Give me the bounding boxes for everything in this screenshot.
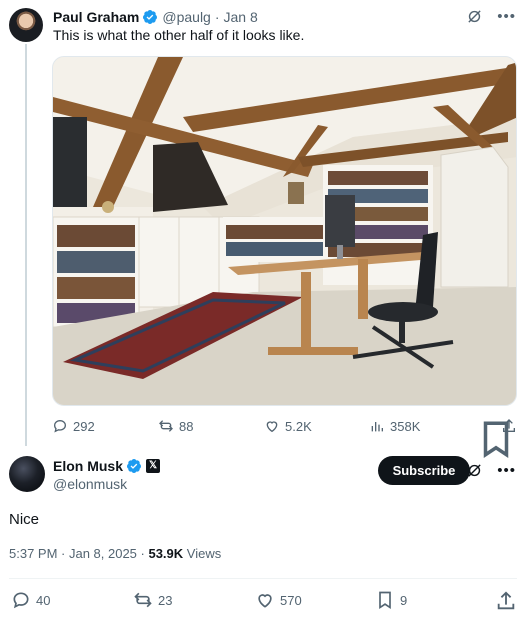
repost-count: 88 bbox=[179, 418, 194, 434]
main-tweet[interactable]: Elon Musk 𝕏 @elonmusk Subscribe ••• Nice… bbox=[0, 446, 524, 618]
reply-icon bbox=[13, 592, 29, 609]
bookmark-icon bbox=[379, 591, 391, 610]
views-icon bbox=[371, 422, 383, 432]
main-tweet-header: Elon Musk 𝕏 bbox=[53, 457, 161, 475]
tweet-meta: 5:37 PM · Jan 8, 2025 · 53.9K Views bbox=[9, 546, 221, 561]
author-name[interactable]: Elon Musk bbox=[53, 458, 123, 474]
like-button[interactable]: 570 bbox=[255, 590, 302, 610]
author-name[interactable]: Paul Graham bbox=[53, 9, 139, 25]
grok-icon[interactable] bbox=[466, 8, 483, 25]
repost-button[interactable]: 23 bbox=[133, 590, 172, 610]
like-button[interactable]: 5.2K bbox=[264, 416, 312, 436]
reply-count: 40 bbox=[36, 592, 51, 608]
tweet-photo[interactable] bbox=[52, 56, 517, 406]
share-icon[interactable] bbox=[495, 590, 517, 612]
reply-button[interactable]: 292 bbox=[52, 416, 95, 436]
bookmark-button[interactable]: 9 bbox=[375, 590, 407, 610]
tweet-date[interactable]: Jan 8 bbox=[224, 9, 258, 25]
share-icon[interactable] bbox=[501, 418, 517, 434]
like-icon bbox=[258, 594, 272, 608]
reply-button[interactable]: 40 bbox=[11, 590, 50, 610]
author-handle[interactable]: @paulg bbox=[162, 9, 210, 25]
like-count: 570 bbox=[280, 592, 302, 608]
repost-icon bbox=[159, 420, 173, 432]
parent-top-actions: ••• bbox=[466, 8, 516, 25]
paul-graham-avatar[interactable] bbox=[9, 8, 43, 42]
thread-connector-line bbox=[25, 44, 27, 446]
elon-musk-avatar[interactable] bbox=[9, 456, 45, 492]
author-handle[interactable]: @elonmusk bbox=[53, 476, 127, 492]
x-affiliate-badge: 𝕏 bbox=[146, 459, 161, 473]
divider bbox=[9, 578, 517, 579]
verified-icon bbox=[143, 10, 158, 24]
views-label: Views bbox=[186, 546, 222, 561]
views-count: 358K bbox=[390, 418, 421, 434]
parent-tweet[interactable]: Paul Graham @paulg · Jan 8 ••• This is w… bbox=[0, 0, 524, 459]
parent-tweet-header: Paul Graham @paulg · Jan 8 bbox=[53, 8, 258, 26]
views-count: 53.9K bbox=[148, 546, 184, 561]
repost-icon bbox=[134, 592, 152, 608]
main-tweet-actions: 40 23 570 9 bbox=[9, 590, 517, 612]
verified-icon bbox=[127, 459, 142, 473]
tweet-timestamp[interactable]: 5:37 PM · Jan 8, 2025 · bbox=[9, 546, 148, 561]
main-top-actions: ••• bbox=[466, 462, 516, 479]
reply-count: 292 bbox=[73, 418, 95, 434]
like-count: 5.2K bbox=[285, 418, 312, 434]
tweet-text: This is what the other half of it looks … bbox=[53, 27, 305, 43]
repost-button[interactable]: 88 bbox=[158, 416, 193, 436]
attic-library-image bbox=[53, 57, 516, 405]
parent-tweet-actions: 292 88 5.2K 358K bbox=[52, 416, 517, 459]
grok-icon[interactable] bbox=[466, 462, 483, 479]
tweet-text: Nice bbox=[9, 511, 40, 528]
views-button[interactable]: 358K bbox=[369, 416, 420, 436]
reply-icon bbox=[53, 419, 67, 433]
more-icon[interactable]: ••• bbox=[497, 8, 516, 25]
separator-dot: · bbox=[214, 9, 220, 25]
subscribe-button[interactable]: Subscribe bbox=[378, 456, 470, 485]
bookmark-count: 9 bbox=[400, 592, 408, 608]
repost-count: 23 bbox=[158, 592, 173, 608]
more-icon[interactable]: ••• bbox=[497, 462, 516, 479]
like-icon bbox=[266, 421, 278, 433]
